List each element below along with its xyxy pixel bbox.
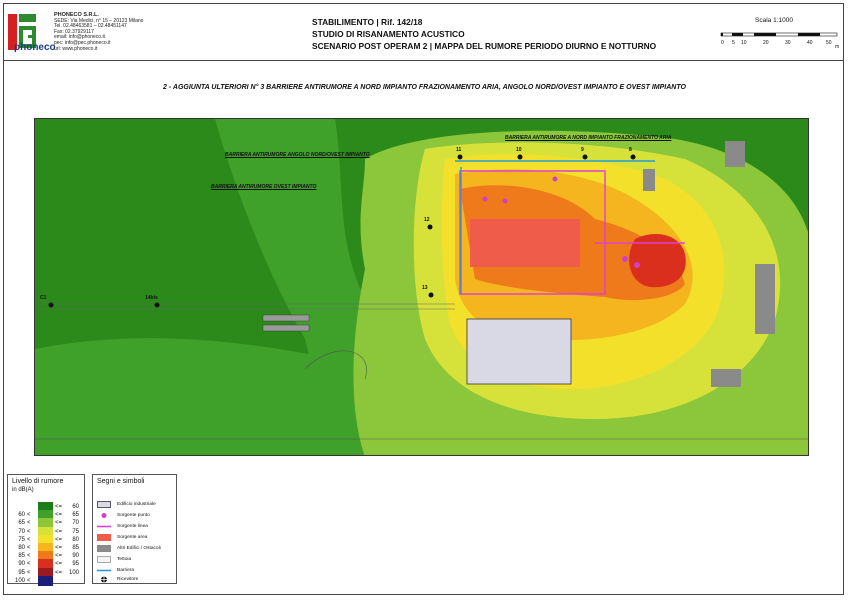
scale-tick: 20 (763, 40, 769, 46)
legend-item-point-source: Sorgente punto (97, 510, 177, 521)
receiver-icon (101, 576, 107, 583)
barrier-label-northwest: BARRIERA ANTIRUMORE ANGOLO NORD/OVEST IM… (225, 152, 370, 158)
legend-title: Livello di rumore (12, 478, 64, 485)
receiver-marker (630, 154, 636, 160)
scale-tick: 10 (741, 40, 747, 46)
title-line-1: STABILIMENTO | Rif. 142/18 (312, 17, 423, 27)
document-titles: STABILIMENTO | Rif. 142/18 STUDIO DI RIS… (312, 16, 656, 52)
receiver-marker (582, 154, 588, 160)
receiver-label: C1 (40, 295, 47, 301)
legend-item-line-source: Sorgente linea (97, 524, 148, 529)
header-divider (3, 60, 844, 61)
legend-item-building: Edificio industriale (97, 499, 177, 510)
legend-title: Segni e simboli (97, 478, 145, 485)
receiver-marker (517, 154, 523, 160)
receiver-marker (154, 302, 160, 308)
scale-tick: 0 (721, 40, 724, 46)
company-url: url: www.phoneco.it (54, 45, 98, 52)
legend-item-receiver: Ricevitore (97, 574, 177, 585)
receiver-label: 14bis (145, 295, 158, 301)
scale-tick: 40 (807, 40, 813, 46)
title-line-3: SCENARIO POST OPERAM 2 | MAPPA DEL RUMOR… (312, 41, 657, 51)
receiver-label: 10 (516, 147, 522, 153)
legend-item-canopy: Tettoia (97, 554, 177, 565)
receiver-label: 12 (424, 217, 430, 223)
scale-unit: m (835, 44, 840, 50)
scale-label: Scala 1:1000 (755, 17, 793, 24)
title-line-2: STUDIO DI RISANAMENTO ACUSTICO (312, 29, 465, 39)
legend-item-obstacles: Altri Edifici / Ostacoli (97, 543, 177, 554)
receiver-marker (427, 224, 433, 230)
receiver-marker (48, 302, 54, 308)
scale-tick: 50 (826, 40, 832, 46)
map-subtitle: 2 - AGGIUNTA ULTERIORI N° 3 BARRIERE ANT… (163, 84, 686, 91)
receiver-label: 9 (581, 147, 584, 153)
noise-level-legend: Livello di rumore in dB(A) <= 60 60 < <= 65 65… (7, 474, 86, 586)
barrier-label-west: BARRIERA ANTIRUMORE OVEST IMPIANTO (211, 184, 317, 190)
receiver-marker (457, 154, 463, 160)
barrier-label-north: BARRIERA ANTIRUMORE A NORD IMPIANTO FRAZ… (505, 135, 672, 141)
symbols-legend: Segni e simboli Edificio industriale Sor… (92, 474, 177, 584)
logo-wordmark: phoneco (14, 42, 56, 53)
legend-noise-row: 100 < (8, 575, 86, 586)
legend-color-swatch (38, 575, 53, 586)
receiver-label: 8 (629, 147, 632, 153)
receiver-label: 13 (422, 285, 428, 291)
legend-item-area-source: Sorgente area (97, 532, 177, 543)
receiver-marker (428, 292, 434, 298)
scale-tick: 30 (785, 40, 791, 46)
legend-unit: in dB(A) (12, 487, 34, 493)
noise-map: BARRIERA ANTIRUMORE A NORD IMPIANTO FRAZ… (34, 118, 809, 456)
scale-tick: 5 (732, 40, 735, 46)
receiver-label: 11 (456, 147, 462, 153)
scale-bar (720, 32, 838, 37)
company-info: PHONECO S.R.L. SEDE: Via Medici, n° 15 –… (54, 12, 184, 52)
